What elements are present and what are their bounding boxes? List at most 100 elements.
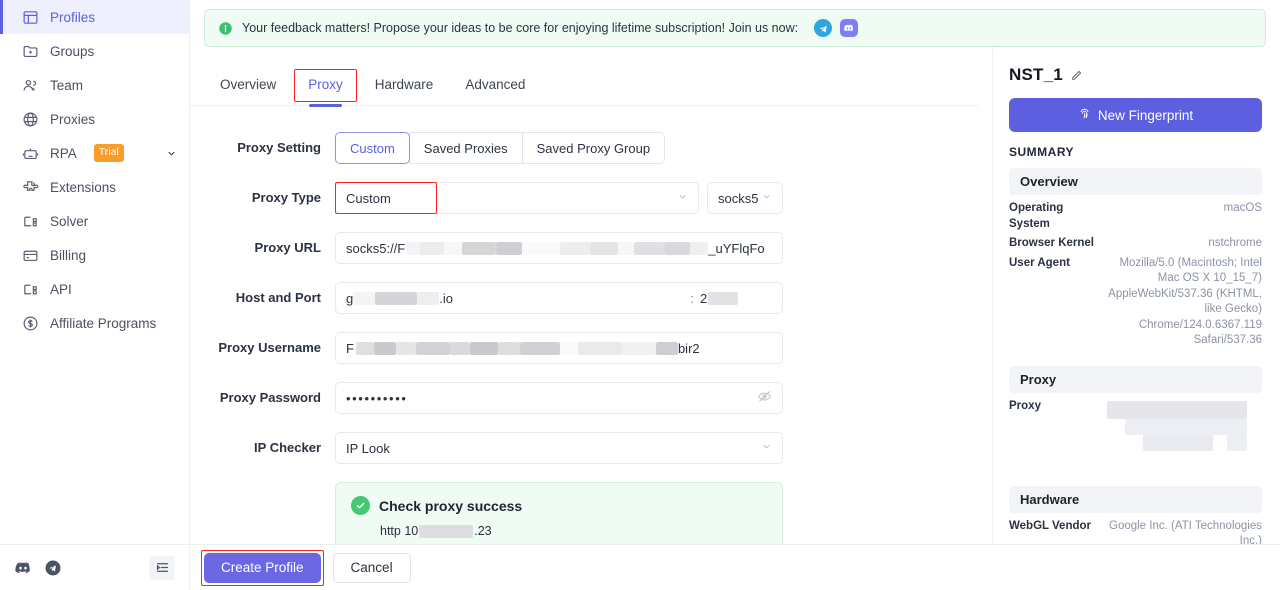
redacted-block (634, 242, 664, 255)
proxy-scheme-select[interactable]: socks5 (707, 182, 783, 214)
sidebar-item-groups[interactable]: Groups (0, 34, 189, 68)
sidebar-item-label: Affiliate Programs (50, 316, 156, 331)
sidebar-item-api[interactable]: API (0, 272, 189, 306)
chevron-down-icon (761, 441, 772, 455)
proxy-password-value: •••••••••• (346, 391, 408, 406)
host-and-port-label: Host and Port (190, 282, 335, 314)
host-and-port-control: g .io : 2 (335, 282, 783, 314)
redacted-block (560, 242, 590, 255)
pencil-icon[interactable] (1070, 69, 1083, 82)
sidebar-item-profiles[interactable]: Profiles (0, 0, 189, 34)
section-header-hardware: Hardware (1009, 486, 1262, 513)
section-gap (1009, 353, 1262, 366)
new-fingerprint-button[interactable]: New Fingerprint (1009, 98, 1262, 132)
host-suffix: .io (439, 291, 453, 306)
sidebar-item-rpa[interactable]: RPA Trial (0, 136, 189, 170)
folder-icon (22, 43, 39, 60)
form-row-proxy-url: Proxy URL socks5://F (190, 232, 992, 264)
sidebar-item-label: Billing (50, 248, 86, 263)
proxy-form-column: Overview Proxy Hardware Advanced (190, 47, 992, 544)
collapse-sidebar-icon[interactable] (149, 556, 175, 580)
segment-custom[interactable]: Custom (335, 132, 410, 164)
banner-text: Your feedback matters! Propose your idea… (242, 21, 798, 35)
redacted-block (590, 242, 618, 255)
sidebar-item-label: RPA (50, 146, 77, 161)
proxy-url-input[interactable]: socks5://F (335, 232, 783, 264)
tab-overview[interactable]: Overview (204, 64, 292, 106)
form-row-ip-checker: IP Checker IP Look (190, 432, 992, 464)
summary-row: Browser Kernel nstchrome (1009, 236, 1262, 252)
summary-value-redacted (1107, 399, 1262, 469)
sidebar-item-label: Extensions (50, 180, 116, 195)
sidebar-item-label: Solver (50, 214, 88, 229)
solver-icon (22, 213, 39, 230)
sidebar-item-affiliate-programs[interactable]: Affiliate Programs (0, 306, 189, 340)
result-header: Check proxy success (351, 496, 767, 515)
section-header-proxy: Proxy (1009, 366, 1262, 393)
tab-hardware[interactable]: Hardware (359, 64, 450, 106)
proxy-type-select[interactable]: Custom (335, 182, 699, 214)
puzzle-icon (22, 179, 39, 196)
summary-row: WebGL Vendor Google Inc. (ATI Technologi… (1009, 519, 1262, 545)
proxy-scheme-value: socks5 (718, 191, 758, 206)
chevron-down-icon[interactable] (166, 148, 177, 159)
telegram-icon[interactable] (814, 19, 832, 37)
sidebar-item-label: Profiles (50, 10, 95, 25)
redacted-block (462, 242, 496, 255)
redacted-block (560, 342, 578, 355)
result-ip-prefix: http 10 (380, 522, 418, 541)
proxy-url-label: Proxy URL (190, 232, 335, 264)
redacted-block (1107, 401, 1262, 463)
check-circle-icon (351, 496, 370, 515)
redacted-block (374, 342, 396, 355)
redacted-block (520, 342, 560, 355)
form-row-proxy-setting: Proxy Setting Custom Saved Proxies Saved… (190, 132, 992, 164)
segment-saved-proxies[interactable]: Saved Proxies (409, 132, 523, 164)
proxy-password-label: Proxy Password (190, 382, 335, 414)
tab-proxy[interactable]: Proxy (292, 64, 359, 106)
page-title: NST_1 (1009, 65, 1063, 85)
segment-saved-proxy-group[interactable]: Saved Proxy Group (522, 132, 665, 164)
sidebar-item-proxies[interactable]: Proxies (0, 102, 189, 136)
users-icon (22, 77, 39, 94)
sidebar-item-billing[interactable]: Billing (0, 238, 189, 272)
proxy-form: Proxy Setting Custom Saved Proxies Saved… (190, 106, 992, 576)
cancel-button[interactable]: Cancel (333, 553, 411, 583)
result-title: Check proxy success (379, 498, 522, 514)
summary-label: SUMMARY (1009, 145, 1262, 159)
redacted-block (417, 292, 439, 305)
proxy-password-input[interactable]: •••••••••• (335, 382, 783, 414)
proxy-username-label: Proxy Username (190, 332, 335, 364)
dollar-circle-icon (22, 315, 39, 332)
redacted-block (664, 242, 690, 255)
main-area: Your feedback matters! Propose your idea… (190, 0, 1280, 590)
proxy-url-prefix: socks5://F (346, 241, 405, 256)
telegram-icon[interactable] (44, 559, 62, 577)
sidebar-footer (0, 544, 189, 590)
sidebar-nav: Profiles Groups Team Proxies (0, 0, 189, 544)
browser-window-icon (22, 9, 39, 26)
host-and-port-input[interactable]: g .io : 2 (335, 282, 783, 314)
sidebar-item-team[interactable]: Team (0, 68, 189, 102)
create-profile-button[interactable]: Create Profile (204, 553, 321, 583)
summary-row: Operating System macOS (1009, 201, 1262, 232)
discord-icon[interactable] (840, 19, 858, 37)
fingerprint-icon (1078, 107, 1091, 123)
proxy-type-box: Custom (335, 182, 699, 214)
sidebar-item-solver[interactable]: Solver (0, 204, 189, 238)
proxy-username-input[interactable]: F (335, 332, 783, 364)
sidebar-item-label: Proxies (50, 112, 95, 127)
redacted-block (353, 292, 375, 305)
tab-advanced[interactable]: Advanced (449, 64, 541, 106)
tab-label: Hardware (375, 77, 434, 92)
new-fingerprint-label: New Fingerprint (1098, 108, 1193, 123)
proxy-url-suffix: _uYFlqFo (708, 241, 764, 256)
eye-off-icon[interactable] (757, 389, 772, 407)
sidebar-item-label: Team (50, 78, 83, 93)
form-row-proxy-type: Proxy Type Custom (190, 182, 992, 214)
sidebar-item-extensions[interactable]: Extensions (0, 170, 189, 204)
ip-checker-control: IP Look (335, 432, 783, 464)
ip-checker-select[interactable]: IP Look (335, 432, 783, 464)
summary-value: nstchrome (1107, 236, 1262, 252)
discord-icon[interactable] (14, 559, 32, 577)
